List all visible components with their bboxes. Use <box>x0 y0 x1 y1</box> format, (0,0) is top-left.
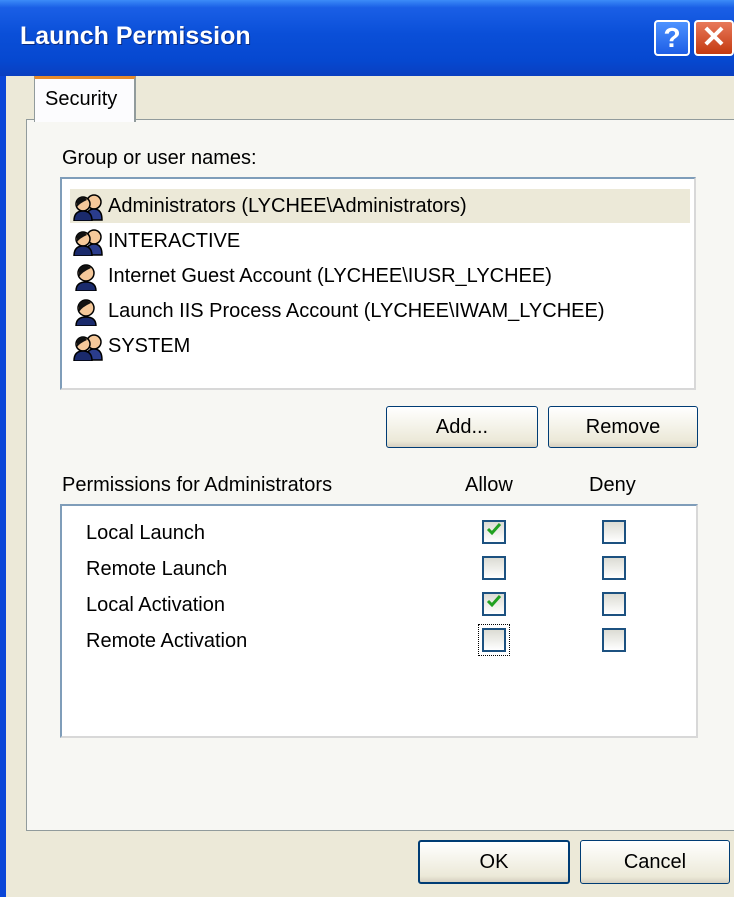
permission-row-local-activation: Local Activation <box>62 588 696 624</box>
group-users-icon <box>73 334 103 361</box>
title-bar[interactable]: Launch Permission ? ✕ <box>0 0 734 76</box>
tab-security[interactable]: Security <box>34 76 136 122</box>
group-user-list[interactable]: Administrators (LYCHEE\Administrators) I… <box>60 177 696 390</box>
list-item[interactable]: Administrators (LYCHEE\Administrators) <box>70 189 690 223</box>
list-item[interactable]: INTERACTIVE <box>70 224 690 258</box>
deny-checkbox[interactable] <box>602 556 626 580</box>
deny-checkbox[interactable] <box>602 520 626 544</box>
help-button[interactable]: ? <box>654 20 690 56</box>
permission-label: Local Launch <box>86 522 205 544</box>
close-button[interactable]: ✕ <box>694 20 734 56</box>
permission-label: Local Activation <box>86 594 225 616</box>
permissions-label: Permissions for Administrators <box>62 474 333 496</box>
tab-security-label: Security <box>45 88 118 110</box>
checkmark-icon <box>486 595 502 608</box>
checkmark-icon <box>486 523 502 536</box>
group-users-icon <box>73 229 103 256</box>
permission-row-local-launch: Local Launch <box>62 516 696 552</box>
list-item-label: INTERACTIVE <box>108 230 241 252</box>
user-icon <box>75 264 97 291</box>
window-title: Launch Permission <box>20 22 251 50</box>
user-icon <box>75 299 97 326</box>
list-item[interactable]: Internet Guest Account (LYCHEE\IUSR_LYCH… <box>70 259 690 293</box>
permission-row-remote-launch: Remote Launch <box>62 552 696 588</box>
deny-column-header: Deny <box>589 474 636 496</box>
add-button[interactable]: Add... <box>386 406 538 448</box>
allow-checkbox[interactable] <box>482 520 506 544</box>
group-users-icon <box>73 194 103 221</box>
allow-column-header: Allow <box>465 474 513 496</box>
remove-button[interactable]: Remove <box>548 406 698 448</box>
deny-checkbox[interactable] <box>602 592 626 616</box>
permissions-list: Local Launch Remote Launch Local Activat… <box>60 504 698 738</box>
allow-checkbox[interactable] <box>482 592 506 616</box>
list-item-label: SYSTEM <box>108 335 191 357</box>
group-names-label: Group or user names: <box>62 147 257 169</box>
cancel-button[interactable]: Cancel <box>580 840 730 884</box>
list-item[interactable]: Launch IIS Process Account (LYCHEE\IWAM_… <box>70 294 690 328</box>
window-frame-left <box>0 0 6 897</box>
list-item-label: Launch IIS Process Account (LYCHEE\IWAM_… <box>108 300 605 322</box>
list-item-label: Administrators (LYCHEE\Administrators) <box>108 195 467 217</box>
permission-label: Remote Activation <box>86 630 248 652</box>
list-item-label: Internet Guest Account (LYCHEE\IUSR_LYCH… <box>108 265 552 287</box>
ok-button[interactable]: OK <box>418 840 570 884</box>
allow-checkbox[interactable] <box>478 624 510 656</box>
deny-checkbox[interactable] <box>602 628 626 652</box>
permission-row-remote-activation: Remote Activation <box>62 624 696 660</box>
permission-label: Remote Launch <box>86 558 228 580</box>
list-item[interactable]: SYSTEM <box>70 329 690 363</box>
allow-checkbox[interactable] <box>482 556 506 580</box>
